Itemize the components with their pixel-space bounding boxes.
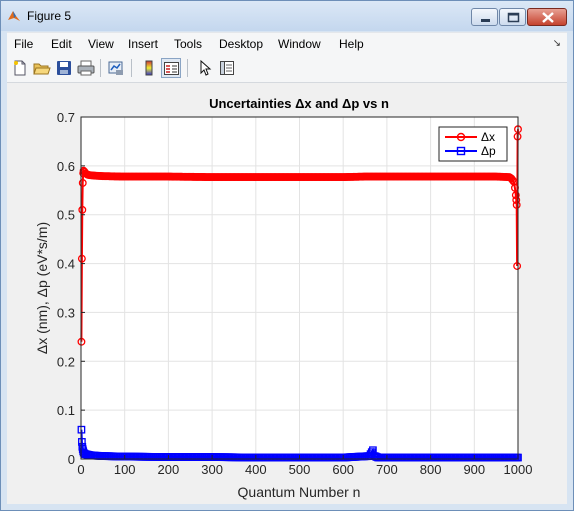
figure-window: Figure 5 File Edit View Insert Tools Des… — [0, 0, 574, 511]
menu-edit[interactable]: Edit — [51, 37, 72, 51]
toolbar-separator — [100, 59, 101, 77]
figure-toolbar — [7, 54, 567, 83]
close-button[interactable] — [527, 8, 567, 26]
y-tick-label: 0.7 — [57, 110, 75, 125]
menu-window[interactable]: Window — [278, 37, 321, 51]
figure-canvas: 0 100 200 300 400 500 600 700 800 900 1000 0 0.1 0.2 0… — [7, 83, 567, 504]
property-editor-icon — [220, 61, 234, 75]
menu-view[interactable]: View — [88, 37, 114, 51]
pointer-button[interactable] — [195, 58, 215, 78]
x-tick-label: 900 — [463, 462, 485, 477]
legend-label: Δp — [481, 144, 496, 158]
new-figure-icon — [14, 60, 26, 76]
save-icon — [57, 61, 71, 75]
pointer-icon — [200, 59, 212, 76]
close-icon — [542, 12, 554, 23]
y-tick-label: 0 — [68, 452, 75, 467]
x-tick-label: 800 — [420, 462, 442, 477]
window-title: Figure 5 — [27, 9, 72, 23]
legend-icon — [164, 62, 179, 75]
menu-insert[interactable]: Insert — [128, 37, 158, 51]
new-figure-button[interactable] — [10, 58, 30, 78]
x-tick-label: 700 — [376, 462, 398, 477]
save-button[interactable] — [54, 58, 74, 78]
property-editor-button[interactable] — [217, 58, 237, 78]
y-tick-label: 0.5 — [57, 208, 75, 223]
toolbar-separator — [131, 59, 132, 77]
menu-bar: File Edit View Insert Tools Desktop Wind… — [7, 32, 567, 55]
minimize-icon — [481, 19, 490, 22]
legend[interactable]: ΔxΔp — [438, 126, 508, 162]
link-plot-icon — [108, 61, 123, 75]
y-tick-label: 0.2 — [57, 354, 75, 369]
maximize-icon — [507, 12, 520, 23]
legend-label: Δx — [481, 130, 495, 144]
x-tick-label: 300 — [201, 462, 223, 477]
open-file-icon — [33, 63, 51, 75]
chart-title: Uncertainties Δx and Δp vs n — [209, 96, 389, 111]
y-tick-label: 0.4 — [57, 257, 75, 272]
x-axis-label: Quantum Number n — [238, 484, 361, 500]
legend-box — [438, 126, 508, 162]
dock-arrow-icon[interactable]: ↘ — [553, 38, 561, 49]
x-tick-label: 500 — [289, 462, 311, 477]
colorbar-icon — [145, 60, 153, 76]
y-axis-label: Δx (nm), Δp (eV*s/m) — [34, 222, 50, 354]
menu-help[interactable]: Help — [339, 37, 364, 51]
colorbar-button[interactable] — [139, 58, 159, 78]
print-button[interactable] — [76, 58, 96, 78]
x-tick-label: 100 — [114, 462, 136, 477]
y-tick-label: 0.3 — [57, 305, 75, 320]
y-tick-label: 0.6 — [57, 159, 75, 174]
x-tick-label: 0 — [77, 462, 84, 477]
matlab-logo-icon — [7, 9, 21, 23]
legend-button[interactable] — [161, 58, 181, 78]
menu-desktop[interactable]: Desktop — [219, 37, 263, 51]
link-plot-button[interactable] — [106, 58, 126, 78]
line-chart[interactable]: 0 100 200 300 400 500 600 700 800 900 1000 0 0.1 0.2 0… — [7, 83, 567, 504]
print-icon — [77, 60, 95, 76]
y-tick-label: 0.1 — [57, 403, 75, 418]
title-bar[interactable]: Figure 5 — [1, 1, 573, 31]
open-file-button[interactable] — [32, 58, 52, 78]
toolbar-separator — [187, 59, 188, 77]
x-tick-label: 1000 — [504, 462, 533, 477]
x-tick-label: 400 — [245, 462, 267, 477]
menu-tools[interactable]: Tools — [174, 37, 202, 51]
maximize-button[interactable] — [499, 8, 526, 26]
menu-file[interactable]: File — [14, 37, 33, 51]
x-tick-label: 200 — [158, 462, 180, 477]
x-tick-label: 600 — [332, 462, 354, 477]
minimize-button[interactable] — [471, 8, 498, 26]
